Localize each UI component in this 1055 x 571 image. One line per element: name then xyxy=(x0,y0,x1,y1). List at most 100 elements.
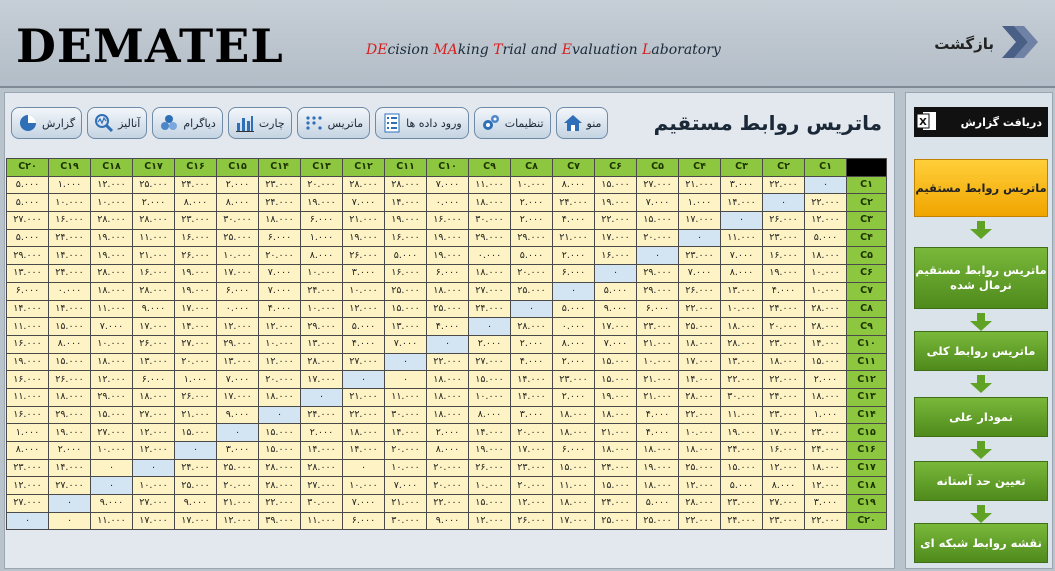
matrix-cell[interactable]: ۲۰.۰۰۰ xyxy=(258,370,301,389)
matrix-cell[interactable]: ۲۵.۰۰۰ xyxy=(384,281,427,301)
matrix-cell[interactable]: ۳۰.۰۰۰ xyxy=(384,405,427,425)
matrix-cell[interactable]: ۱۷.۰۰۰ xyxy=(510,441,553,460)
matrix-cell[interactable]: ۱۹.۰۰۰ xyxy=(468,441,511,460)
matrix-cell[interactable]: ۱۲.۰۰۰ xyxy=(468,511,511,531)
matrix-cell[interactable]: ۲.۰۰۰ xyxy=(552,246,595,266)
matrix-cell[interactable]: ۱۲.۰۰۰ xyxy=(762,458,805,478)
matrix-cell[interactable]: ۲۲.۰۰۰ xyxy=(426,494,469,513)
matrix-cell[interactable]: ۱۷.۰۰۰ xyxy=(678,211,721,230)
matrix-cell[interactable]: ۱۲.۰۰۰ xyxy=(132,423,175,442)
matrix-cell[interactable]: ۰ xyxy=(258,405,301,425)
matrix-cell[interactable]: ۱۹.۰۰۰ xyxy=(174,264,217,283)
matrix-cell[interactable]: ۷.۰۰۰ xyxy=(384,334,427,354)
matrix-cell[interactable]: ۲۶.۰۰۰ xyxy=(132,334,175,354)
matrix-cell[interactable]: ۲.۰۰۰ xyxy=(216,175,259,195)
matrix-cell[interactable]: ۲۵.۰۰۰ xyxy=(132,175,175,195)
matrix-cell[interactable]: ۱۷.۰۰۰ xyxy=(594,317,637,336)
matrix-cell[interactable]: ۰ xyxy=(48,511,91,531)
matrix-cell[interactable]: ۲۴.۰۰۰ xyxy=(258,193,301,213)
matrix-cell[interactable]: ۱۸.۰۰۰ xyxy=(636,441,679,460)
matrix-cell[interactable]: ۲.۰۰۰ xyxy=(510,334,553,354)
matrix-cell[interactable]: ۱۴.۰۰۰ xyxy=(678,370,721,389)
matrix-cell[interactable]: ۸.۰۰۰ xyxy=(552,334,595,354)
matrix-cell[interactable]: ۱۱.۰۰۰ xyxy=(6,317,49,336)
matrix-cell[interactable]: ۵.۰۰۰ xyxy=(384,246,427,266)
matrix-cell[interactable]: ۲۶.۰۰۰ xyxy=(762,211,805,230)
workflow-step-button[interactable]: نمودار علی xyxy=(914,397,1048,437)
matrix-cell[interactable]: ۱.۰۰۰ xyxy=(6,423,49,442)
matrix-cell[interactable]: ۱۳.۰۰۰ xyxy=(216,352,259,372)
matrix-cell[interactable]: ۵.۰۰۰ xyxy=(342,317,385,336)
matrix-cell[interactable]: ۵.۰۰۰ xyxy=(510,246,553,266)
matrix-cell[interactable]: ۱۴.۰۰۰ xyxy=(6,299,49,319)
matrix-cell[interactable]: ۲۷.۰۰۰ xyxy=(468,281,511,301)
matrix-cell[interactable]: ۱۵.۰۰۰ xyxy=(804,352,847,372)
matrix-cell[interactable]: ۲۲.۰۰۰ xyxy=(720,370,763,389)
matrix-cell[interactable]: ۲۸.۰۰۰ xyxy=(90,264,133,283)
matrix-cell[interactable]: ۱۳.۰۰۰ xyxy=(300,334,343,354)
matrix-cell[interactable]: ۴.۰۰۰ xyxy=(762,281,805,301)
matrix-cell[interactable]: ۴.۰۰۰ xyxy=(510,352,553,372)
matrix-cell[interactable]: ۹.۰۰۰ xyxy=(132,299,175,319)
matrix-cell[interactable]: ۷.۰۰۰ xyxy=(384,476,427,496)
matrix-cell[interactable]: ۴.۰۰۰ xyxy=(426,317,469,336)
matrix-cell[interactable]: ۲۳.۰۰۰ xyxy=(762,405,805,425)
matrix-cell[interactable]: ۵.۰۰۰ xyxy=(6,175,49,195)
matrix-cell[interactable]: ۲۹.۰۰۰ xyxy=(216,334,259,354)
matrix-cell[interactable]: ۱۰.۰۰۰ xyxy=(384,458,427,478)
matrix-cell[interactable]: ۰ xyxy=(384,370,427,389)
matrix-cell[interactable]: ۲۶.۰۰۰ xyxy=(174,387,217,407)
matrix-cell[interactable]: ۰ xyxy=(468,317,511,336)
matrix-cell[interactable]: ۲۱.۰۰۰ xyxy=(342,387,385,407)
matrix-cell[interactable]: ۷.۰۰۰ xyxy=(594,334,637,354)
matrix-cell[interactable]: ۲۴.۰۰۰ xyxy=(762,299,805,319)
matrix-cell[interactable]: ۱۵.۰۰۰ xyxy=(552,458,595,478)
matrix-cell[interactable]: ۲.۰۰۰ xyxy=(804,370,847,389)
matrix-cell[interactable]: ۲۸.۰۰۰ xyxy=(258,476,301,496)
matrix-cell[interactable]: ۲.۰۰۰ xyxy=(468,334,511,354)
matrix-cell[interactable]: ۴.۰۰۰ xyxy=(636,423,679,442)
toolbar-button[interactable]: گزارش xyxy=(11,107,83,139)
matrix-cell[interactable]: ۰ xyxy=(48,494,91,513)
matrix-cell[interactable]: ۰ xyxy=(762,193,805,213)
matrix-cell[interactable]: ۱۱.۰۰۰ xyxy=(720,405,763,425)
toolbar-button[interactable]: تنظیمات xyxy=(473,107,551,139)
matrix-cell[interactable]: ۲۷.۰۰۰ xyxy=(132,494,175,513)
matrix-cell[interactable]: ۱۲.۰۰۰ xyxy=(90,175,133,195)
matrix-cell[interactable]: ۲۹.۰۰۰ xyxy=(300,317,343,336)
matrix-cell[interactable]: ۰.۰۰۰ xyxy=(552,317,595,336)
matrix-cell[interactable]: ۱۰.۰۰۰ xyxy=(468,387,511,407)
matrix-cell[interactable]: ۷.۰۰۰ xyxy=(258,264,301,283)
matrix-cell[interactable]: ۲۷.۰۰۰ xyxy=(342,352,385,372)
matrix-cell[interactable]: ۱۸.۰۰۰ xyxy=(804,387,847,407)
matrix-cell[interactable]: ۱۶.۰۰۰ xyxy=(384,228,427,248)
matrix-cell[interactable]: ۱۸.۰۰۰ xyxy=(804,246,847,266)
matrix-cell[interactable]: ۲۱.۰۰۰ xyxy=(132,246,175,266)
matrix-cell[interactable]: ۲۲.۰۰۰ xyxy=(342,405,385,425)
matrix-cell[interactable]: ۳۰.۰۰۰ xyxy=(720,387,763,407)
matrix-cell[interactable]: ۲۲.۰۰۰ xyxy=(594,211,637,230)
matrix-cell[interactable]: ۵.۰۰۰ xyxy=(804,228,847,248)
matrix-cell[interactable]: ۲۵.۰۰۰ xyxy=(678,458,721,478)
matrix-cell[interactable]: ۸.۰۰۰ xyxy=(174,193,217,213)
matrix-cell[interactable]: ۱۶.۰۰۰ xyxy=(762,441,805,460)
toolbar-button[interactable]: ماتریس xyxy=(296,107,371,139)
matrix-cell[interactable]: ۱۴.۰۰۰ xyxy=(342,441,385,460)
matrix-cell[interactable]: ۲۰.۰۰۰ xyxy=(426,458,469,478)
matrix-cell[interactable]: ۱۲.۰۰۰ xyxy=(678,476,721,496)
matrix-cell[interactable]: ۱۲.۰۰۰ xyxy=(804,476,847,496)
matrix-cell[interactable]: ۲۷.۰۰۰ xyxy=(300,476,343,496)
matrix-cell[interactable]: ۲۴.۰۰۰ xyxy=(174,175,217,195)
matrix-cell[interactable]: ۱۰.۰۰۰ xyxy=(90,334,133,354)
toolbar-button[interactable]: ورود داده ها xyxy=(375,107,469,139)
matrix-cell[interactable]: ۲۲.۰۰۰ xyxy=(678,299,721,319)
matrix-cell[interactable]: ۵.۰۰۰ xyxy=(720,476,763,496)
matrix-cell[interactable]: ۲۵.۰۰۰ xyxy=(678,317,721,336)
matrix-cell[interactable]: ۲۸.۰۰۰ xyxy=(342,175,385,195)
matrix-cell[interactable]: ۱۵.۰۰۰ xyxy=(48,317,91,336)
matrix-cell[interactable]: ۱۲.۰۰۰ xyxy=(90,370,133,389)
matrix-cell[interactable]: ۲۰.۰۰۰ xyxy=(636,228,679,248)
matrix-cell[interactable]: ۱۰.۰۰۰ xyxy=(678,423,721,442)
matrix-cell[interactable]: ۲۸.۰۰۰ xyxy=(90,211,133,230)
matrix-cell[interactable]: ۲۰.۰۰۰ xyxy=(216,476,259,496)
